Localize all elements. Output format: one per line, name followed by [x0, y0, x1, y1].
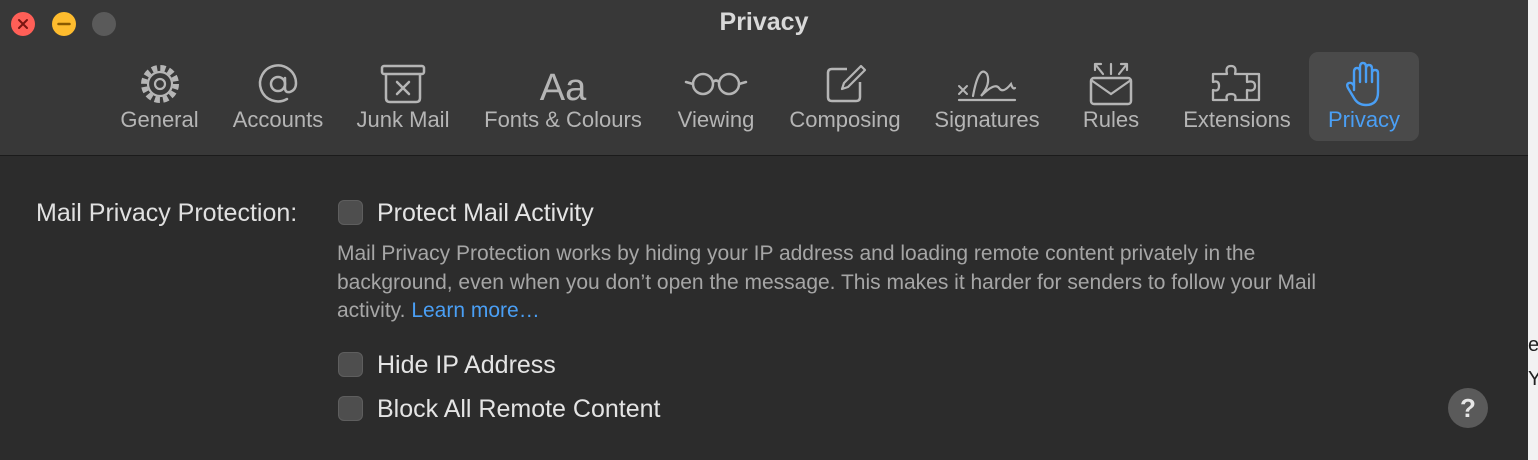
envelope-arrows-icon — [1089, 62, 1133, 106]
background-window-glyph: Y — [1528, 368, 1538, 390]
tab-label: Junk Mail — [356, 107, 450, 132]
tab-viewing[interactable]: Viewing — [668, 52, 764, 141]
protect-mail-activity-checkbox[interactable] — [338, 200, 363, 225]
tab-extensions[interactable]: Extensions — [1174, 52, 1300, 141]
learn-more-link[interactable]: Learn more… — [411, 299, 539, 322]
tab-label: Extensions — [1183, 107, 1291, 132]
hide-ip-address-checkbox[interactable] — [338, 352, 363, 377]
block-remote-content-label[interactable]: Block All Remote Content — [377, 395, 660, 424]
svg-text:Aa: Aa — [540, 67, 587, 108]
mail-privacy-protection-label: Mail Privacy Protection: — [36, 199, 298, 227]
tab-general[interactable]: General — [111, 52, 208, 141]
font-aa-icon: Aa — [540, 67, 587, 108]
toolbar: Privacy General Accounts Junk Mail Aa Fo… — [0, 0, 1528, 156]
tab-rules[interactable]: Rules — [1064, 52, 1158, 141]
tab-label: Fonts & Colours — [484, 107, 642, 132]
privacy-description: Mail Privacy Protection works by hiding … — [337, 240, 1457, 326]
puzzle-piece-icon — [1211, 64, 1261, 102]
background-window-glyph: e — [1528, 334, 1538, 356]
hide-ip-address-label[interactable]: Hide IP Address — [377, 351, 556, 380]
window-title: Privacy — [719, 8, 809, 36]
tab-composing[interactable]: Composing — [780, 52, 910, 141]
help-button[interactable]: ? — [1448, 388, 1488, 428]
at-sign-icon — [258, 64, 298, 103]
raised-hand-icon — [1346, 61, 1380, 107]
tab-label: Rules — [1082, 107, 1140, 132]
description-line: activity. — [337, 299, 406, 322]
tab-label: General — [120, 107, 199, 132]
description-line: Mail Privacy Protection works by hiding … — [337, 242, 1256, 265]
privacy-pane: Mail Privacy Protection: Protect Mail Ac… — [0, 156, 1528, 460]
tab-signatures[interactable]: Signatures — [926, 52, 1048, 141]
tab-fonts-colours[interactable]: Aa Fonts & Colours — [474, 52, 652, 141]
glasses-icon — [684, 72, 748, 96]
protect-mail-activity-label[interactable]: Protect Mail Activity — [377, 199, 594, 228]
preferences-window: Privacy General Accounts Junk Mail Aa Fo… — [0, 0, 1528, 460]
tab-label: Accounts — [232, 107, 324, 132]
junk-tray-icon — [380, 64, 426, 104]
tab-label: Signatures — [934, 107, 1040, 132]
tab-accounts[interactable]: Accounts — [224, 52, 332, 141]
tab-label: Viewing — [677, 107, 755, 132]
signature-icon — [957, 70, 1017, 102]
background-window-edge: e Y — [1528, 0, 1538, 460]
block-remote-content-checkbox[interactable] — [338, 396, 363, 421]
tab-label: Composing — [789, 107, 901, 132]
tab-privacy[interactable]: Privacy — [1309, 52, 1419, 141]
tab-junk-mail[interactable]: Junk Mail — [346, 52, 460, 141]
compose-pencil-icon — [826, 64, 867, 103]
gear-icon — [140, 65, 179, 103]
tab-label: Privacy — [1327, 107, 1401, 132]
description-line: background, even when you don’t open the… — [337, 270, 1316, 294]
